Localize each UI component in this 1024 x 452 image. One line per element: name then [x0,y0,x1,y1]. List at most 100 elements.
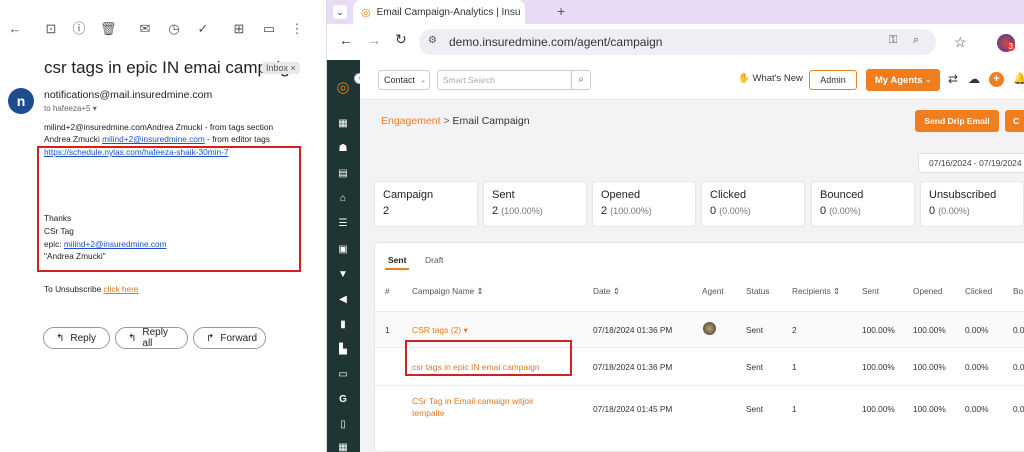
secondary-action-button[interactable]: C [1005,110,1024,132]
back-arrow-icon[interactable]: ← [8,22,22,36]
col-header-sent: Sent [862,286,880,296]
calendar-icon[interactable]: ▦ [336,442,350,452]
send-drip-email-button[interactable]: Send Drip Email [915,110,999,132]
move-to-icon[interactable]: ⊞ [232,22,246,36]
reply-label: Reply [70,332,96,344]
sender-avatar: n [8,88,34,114]
whats-new-label: What's New [752,73,803,84]
reply-all-button[interactable]: ↰ Reply all [115,327,188,349]
bank-icon[interactable]: ⌂ [336,193,350,205]
analytics-icon[interactable]: ▙ [336,344,350,356]
my-agents-button[interactable]: My Agents ⌄ [866,69,940,91]
row-clicked: 0.00% [965,404,989,414]
insuredmine-logo-icon[interactable]: ◎ [336,80,350,95]
megaphone-icon[interactable]: ◀ [336,294,350,306]
report-spam-icon[interactable]: ⓘ [72,22,86,36]
filter-icon[interactable]: ▼ [336,269,350,281]
tab-search-icon[interactable]: ⌄ [333,5,347,19]
new-tab-icon[interactable]: + [557,3,565,19]
row-opened: 100.00% [913,404,946,414]
site-info-icon[interactable]: ⚙ [428,35,437,46]
list-icon[interactable]: ☰ [336,218,350,230]
stat-title: Campaign [383,189,434,201]
archive-icon[interactable]: ⊡ [44,22,58,36]
contact-select[interactable]: Contact ⌄ [378,70,430,90]
row-bounced: 0.00 [1013,325,1024,335]
tab-sent[interactable]: Sent [388,255,406,265]
campaign-name-link[interactable]: CSr Tag in Email camaign witjoir tempalte [412,395,534,419]
cloud-upload-icon[interactable]: ☁ [968,72,980,86]
add-task-icon[interactable]: ✓ [196,22,210,36]
delete-icon[interactable]: 🗑 [100,22,117,36]
documents-icon[interactable]: ▤ [336,168,350,180]
col-header-campaign-name[interactable]: Campaign Name ⇕ [412,286,484,296]
google-icon[interactable]: G [336,394,350,406]
body-line: Andrea Zmucki milind+2@insuredmine.com -… [44,134,270,144]
admin-dropdown[interactable]: Admin [809,70,857,90]
smart-search-input[interactable]: Smart Search [437,70,571,90]
stat-card-campaign: Campaign 2 [374,181,478,227]
col-header-recipients[interactable]: Recipients ⇕ [792,286,840,296]
row-num: 1 [385,325,390,335]
snooze-icon[interactable]: ◷ [167,22,181,36]
breadcrumb: Engagement > Email Campaign [381,115,530,127]
date-range-picker[interactable]: 07/16/2024 - 07/19/2024 [918,153,1024,173]
col-header-opened: Opened [913,286,943,296]
highlight-box [37,146,301,272]
stat-title: Opened [601,189,641,201]
mark-unread-icon[interactable]: ✉ [138,22,152,36]
reply-icon: ↰ [56,332,65,344]
stat-value: 0 (0.00%) [710,205,751,217]
admin-label: Admin [820,75,846,85]
row-bounced: 0.00 [1013,404,1024,414]
dashboard-icon[interactable]: ▦ [336,118,350,130]
zoom-icon[interactable]: ⌕ [913,34,919,47]
campaign-group-toggle[interactable]: CSR tags (2) ▾ [412,324,468,336]
contact-card-icon[interactable]: ▣ [336,244,350,256]
breadcrumb-separator: > [443,115,450,127]
more-vert-icon[interactable]: ⋮ [290,22,304,36]
reload-icon[interactable]: ↻ [395,31,407,48]
sync-icon[interactable]: ⇄ [948,72,958,86]
url-field[interactable]: ⚙ demo.insuredmine.com/agent/campaign ⚿ … [419,29,936,55]
chevron-down-icon: ⌄ [420,77,426,84]
stat-value: 0 (0.00%) [929,205,970,217]
body-text: - from editor tags [204,134,270,144]
stat-card-bounced: Bounced 0 (0.00%) [811,181,915,227]
reply-button[interactable]: ↰ Reply [43,327,110,349]
inbox-label-chip[interactable]: Inbox × [262,62,300,74]
add-icon[interactable]: + [989,72,1004,87]
label-icon[interactable]: ▭ [262,22,276,36]
row-date: 07/18/2024 01:45 PM [593,404,673,414]
search-button[interactable]: ⌕ [571,70,591,90]
bookmark-star-icon[interactable]: ☆ [954,34,967,51]
browser-tab-active[interactable]: ◎ Email Campaign-Analytics | Insu ✕ [353,0,525,24]
forward-button[interactable]: ↱ Forward [193,327,266,349]
table-row: CSr Tag in Email camaign witjoir tempalte… [375,385,1024,431]
notification-bell-icon[interactable]: 🔔 [1013,72,1024,85]
recipients-toggle[interactable]: to hafeeza+5 ▾ [44,104,97,113]
unsubscribe-link[interactable]: click here [104,284,139,294]
password-key-icon[interactable]: ⚿ [889,34,897,47]
whats-new-link[interactable]: ✋ What's New [738,73,803,84]
breadcrumb-engagement[interactable]: Engagement [381,115,441,127]
col-header-status: Status [746,286,770,296]
col-header-num: # [385,286,390,296]
extension-icon[interactable]: 3 [997,34,1015,52]
body-line: milind+2@insuredmine.comAndrea Zmucki - … [44,122,274,132]
file-icon[interactable]: ▮ [336,319,350,331]
stat-percent: (0.00%) [938,206,970,216]
extension-badge: 3 [1006,42,1015,51]
notes-icon[interactable]: ▯ [336,419,350,431]
back-icon[interactable]: ← [339,32,353,48]
breadcrumb-current: Email Campaign [452,115,530,127]
folder-icon[interactable]: ▭ [336,369,350,381]
stat-card-clicked: Clicked 0 (0.00%) [701,181,805,227]
forward-nav-icon[interactable]: → [367,32,381,48]
unsubscribe-line: To Unsubscribe click here [44,284,139,294]
tab-draft[interactable]: Draft [425,255,443,265]
col-header-date[interactable]: Date ⇕ [593,286,620,296]
email-link[interactable]: milind+2@insuredmine.com [102,134,205,144]
stat-percent: (0.00%) [829,206,861,216]
contacts-icon[interactable]: ☗ [336,143,350,155]
